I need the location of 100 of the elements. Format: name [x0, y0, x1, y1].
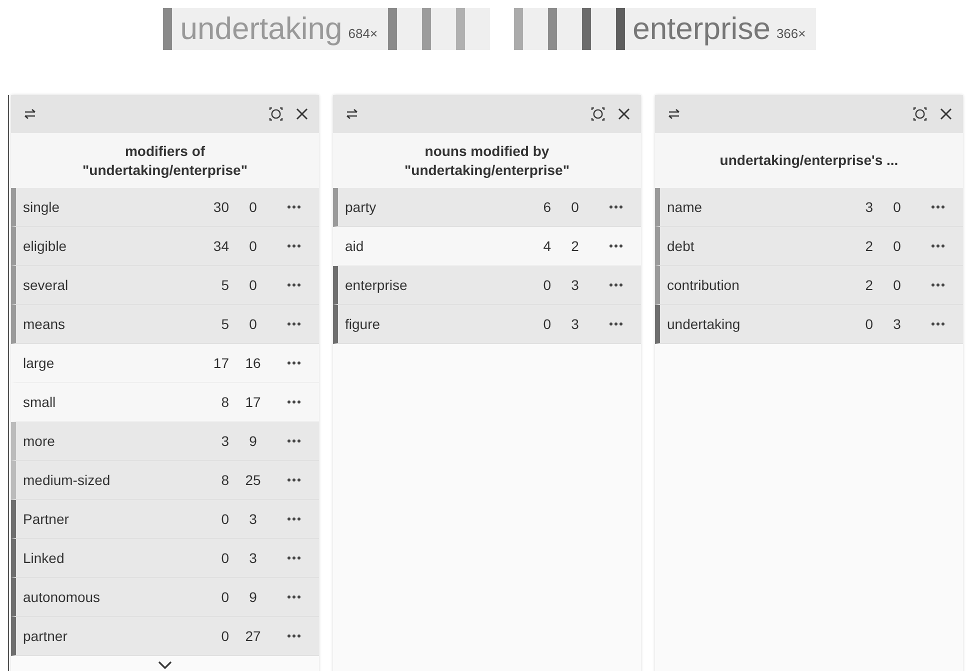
- left-count: 0: [220, 550, 229, 566]
- left-count: 30: [212, 199, 229, 215]
- left-count: 3: [220, 433, 229, 449]
- more-icon[interactable]: [287, 556, 301, 560]
- right-count: 17: [244, 394, 262, 410]
- more-icon[interactable]: [287, 322, 301, 326]
- more-icon[interactable]: [287, 244, 301, 248]
- collocate-word: autonomous: [23, 589, 102, 605]
- more-icon[interactable]: [287, 283, 301, 287]
- more-icon[interactable]: [287, 478, 301, 482]
- more-icon[interactable]: [609, 244, 623, 248]
- right-count: 3: [570, 277, 580, 293]
- collocate-word: small: [23, 394, 57, 410]
- panel-title: undertaking/enterprise's ...: [655, 133, 963, 188]
- collocate-word: name: [667, 199, 704, 215]
- swap-icon[interactable]: [667, 108, 681, 120]
- collocation-row[interactable]: name 3 0: [655, 188, 963, 227]
- collocation-row[interactable]: eligible 34 0: [11, 227, 319, 266]
- collocate-word: partner: [23, 628, 68, 644]
- more-icon[interactable]: [287, 400, 301, 404]
- more-icon[interactable]: [609, 205, 623, 209]
- collocate-word: several: [23, 277, 70, 293]
- right-count: 3: [570, 316, 580, 332]
- collocation-row[interactable]: several 5 0: [11, 266, 319, 305]
- collocation-row[interactable]: aid 4 2: [333, 227, 641, 266]
- right-count: 25: [244, 472, 262, 488]
- collocate-word: party: [345, 199, 378, 215]
- swap-icon[interactable]: [23, 108, 37, 120]
- right-count: 0: [248, 199, 258, 215]
- right-count: 0: [892, 277, 902, 293]
- more-icon[interactable]: [287, 205, 301, 209]
- collocate-word: Linked: [23, 550, 66, 566]
- more-icon[interactable]: [287, 595, 301, 599]
- swap-icon[interactable]: [345, 108, 359, 120]
- right-count: 3: [248, 550, 258, 566]
- legend-word: enterprise: [632, 11, 772, 47]
- left-count: 8: [220, 472, 229, 488]
- right-count: 0: [248, 238, 258, 254]
- collocate-word: eligible: [23, 238, 68, 254]
- right-count: 9: [248, 589, 258, 605]
- left-count: 34: [212, 238, 229, 254]
- more-icon[interactable]: [931, 283, 945, 287]
- left-count: 0: [220, 511, 229, 527]
- chevron-down-icon[interactable]: [157, 660, 173, 670]
- focus-icon[interactable]: [913, 107, 927, 121]
- collocate-word: aid: [345, 238, 365, 254]
- right-count: 0: [570, 199, 580, 215]
- collocation-row[interactable]: enterprise 0 3: [333, 266, 641, 305]
- left-count: 4: [542, 238, 551, 254]
- right-count: 2: [570, 238, 580, 254]
- collocation-row[interactable]: Partner 0 3: [11, 500, 319, 539]
- more-icon[interactable]: [931, 205, 945, 209]
- more-icon[interactable]: [931, 244, 945, 248]
- right-count: 9: [248, 433, 258, 449]
- focus-icon[interactable]: [591, 107, 605, 121]
- collocation-row[interactable]: contribution 2 0: [655, 266, 963, 305]
- collocation-row[interactable]: more 3 9: [11, 422, 319, 461]
- right-count: 0: [248, 277, 258, 293]
- collocate-word: enterprise: [345, 277, 408, 293]
- left-count: 0: [542, 316, 551, 332]
- collocation-row[interactable]: partner 0 27: [11, 617, 319, 656]
- collocation-row[interactable]: debt 2 0: [655, 227, 963, 266]
- collocation-row[interactable]: medium-sized 8 25: [11, 461, 319, 500]
- left-count: 17: [212, 355, 229, 371]
- collocation-row[interactable]: single 30 0: [11, 188, 319, 227]
- more-icon[interactable]: [287, 439, 301, 443]
- more-icon[interactable]: [609, 283, 623, 287]
- right-count: 0: [248, 316, 258, 332]
- left-count: 0: [220, 628, 229, 644]
- collocation-row[interactable]: means 5 0: [11, 305, 319, 344]
- left-count: 5: [220, 277, 229, 293]
- collocate-word: figure: [345, 316, 382, 332]
- more-icon[interactable]: [931, 322, 945, 326]
- collocation-row[interactable]: figure 0 3: [333, 305, 641, 344]
- more-icon[interactable]: [609, 322, 623, 326]
- left-count: 0: [542, 277, 551, 293]
- more-icon[interactable]: [287, 634, 301, 638]
- collocate-word: undertaking: [667, 316, 742, 332]
- collocation-row[interactable]: party 6 0: [333, 188, 641, 227]
- collocation-row[interactable]: large 17 16: [11, 344, 319, 383]
- collocate-word: means: [23, 316, 66, 332]
- legend-word: undertaking: [179, 11, 344, 47]
- right-count: 0: [892, 238, 902, 254]
- collocate-word: medium-sized: [23, 472, 112, 488]
- panel-title: modifiers of "undertaking/enterprise": [11, 133, 319, 188]
- right-count: 3: [248, 511, 258, 527]
- right-count: 16: [244, 355, 262, 371]
- collocation-row[interactable]: undertaking 0 3: [655, 305, 963, 344]
- panel-title: nouns modified by "undertaking/enterprise": [333, 133, 641, 188]
- collocation-row[interactable]: Linked 0 3: [11, 539, 319, 578]
- more-icon[interactable]: [287, 517, 301, 521]
- collocation-row[interactable]: small 8 17: [11, 383, 319, 422]
- left-count: 5: [220, 316, 229, 332]
- focus-icon[interactable]: [269, 107, 283, 121]
- collocation-row[interactable]: autonomous 0 9: [11, 578, 319, 617]
- left-count: 0: [220, 589, 229, 605]
- more-icon[interactable]: [287, 361, 301, 365]
- left-count: 2: [864, 238, 873, 254]
- collocate-word: Partner: [23, 511, 70, 527]
- left-count: 3: [864, 199, 873, 215]
